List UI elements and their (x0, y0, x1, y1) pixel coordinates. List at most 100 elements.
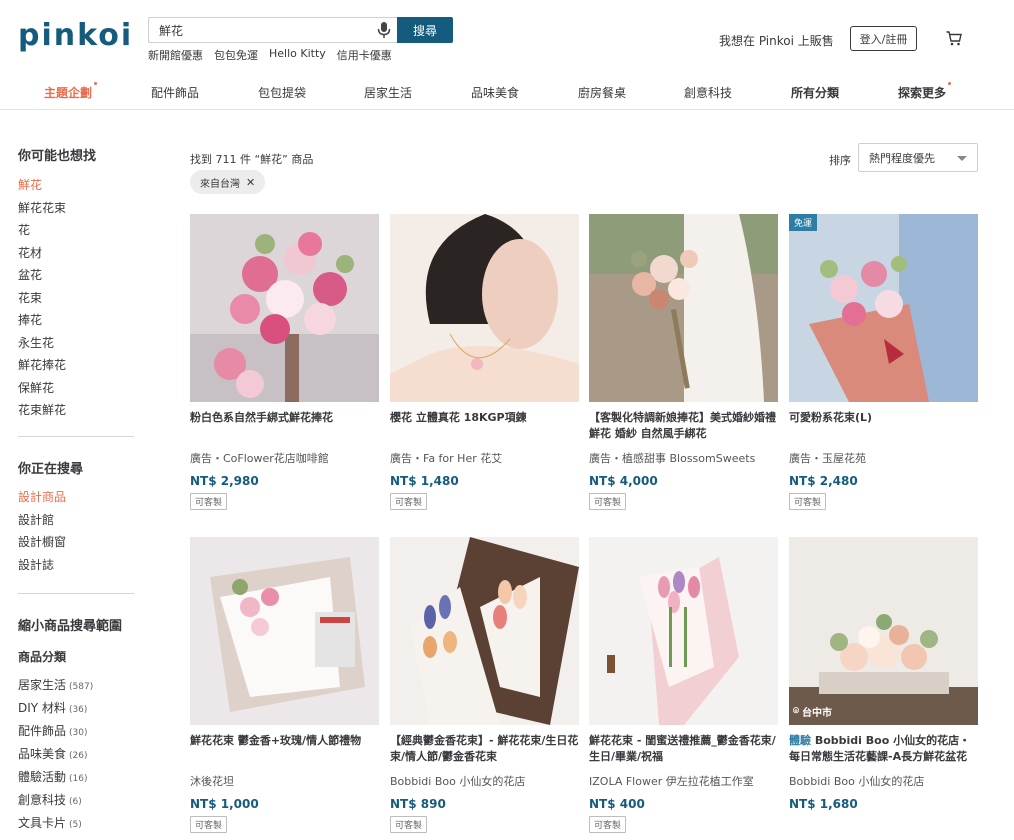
product-image[interactable]: 免運 (789, 214, 978, 402)
product-card[interactable]: 免運 可愛粉系花束(L) 廣告・玉屋花苑 NT$ 2,480 可客製 (789, 214, 978, 510)
related-item[interactable]: 鮮花 (18, 174, 66, 197)
search-query: 鮮花 (159, 23, 184, 38)
product-shop[interactable]: 沐後花坦 (190, 773, 379, 789)
product-name[interactable]: 【客製化特調新娘捧花】美式婚紗婚禮 鮮花 婚紗 自然風手綁花 (589, 410, 778, 442)
nav-item-explore[interactable]: 探索更多 (898, 82, 952, 101)
related-item[interactable]: 保鮮花 (18, 377, 66, 400)
related-item[interactable]: 花 (18, 219, 66, 242)
category-item[interactable]: 創意科技 (6) (18, 789, 93, 812)
product-shop[interactable]: IZOLA Flower 伊左拉花植工作室 (589, 773, 778, 789)
product-name[interactable]: 體驗 Bobbidi Boo 小仙女的花店・每日常態生活花藝課-A長方鮮花盆花 (789, 733, 978, 765)
quick-link[interactable]: 信用卡優惠 (337, 47, 392, 63)
product-image[interactable] (589, 214, 778, 402)
new-dot (948, 82, 952, 85)
search-scope-magazine[interactable]: 設計誌 (18, 554, 66, 577)
pinkoi-logo[interactable]: pinkoi (18, 18, 133, 53)
sort-select[interactable]: 熱門程度優先 (858, 143, 978, 172)
filter-chip-origin[interactable]: 來自台灣 ✕ (190, 170, 266, 194)
experience-tag: 體驗 (789, 734, 811, 747)
product-name[interactable]: 鮮花花束 - 閨蜜送禮推薦_鬱金香花束/生日/畢業/祝福 (589, 733, 778, 765)
product-name[interactable]: 可愛粉系花束(L) (789, 410, 978, 442)
product-card[interactable]: 鮮花花束 - 閨蜜送禮推薦_鬱金香花束/生日/畢業/祝福 IZOLA Flowe… (589, 537, 778, 833)
searching-list: 設計商品 設計館 設計櫥窗 設計誌 (18, 486, 66, 576)
category-nav: 主題企劃 配件飾品 包包提袋 居家生活 品味美食 廚房餐桌 創意科技 所有分類 … (0, 82, 1014, 110)
related-item[interactable]: 花束 (18, 287, 66, 310)
product-shop[interactable]: 廣告・玉屋花苑 (789, 450, 978, 466)
product-price: NT$ 2,980 (190, 474, 259, 488)
microphone-icon[interactable] (376, 21, 392, 39)
divider (18, 593, 134, 594)
product-card[interactable]: ⌾ 台中市 體驗 Bobbidi Boo 小仙女的花店・每日常態生活花藝課-A長… (789, 537, 978, 811)
product-shop[interactable]: 廣告・植感甜事 BlossomSweets (589, 450, 778, 466)
quick-link[interactable]: 新開館優惠 (148, 47, 203, 63)
product-image[interactable] (589, 537, 778, 725)
product-shop[interactable]: 廣告・CoFlower花店咖啡館 (190, 450, 379, 466)
login-button[interactable]: 登入/註冊 (850, 26, 917, 51)
nav-item-home[interactable]: 居家生活 (364, 84, 412, 101)
sell-on-pinkoi-link[interactable]: 我想在 Pinkoi 上販售 (719, 32, 834, 49)
nav-item-bags[interactable]: 包包提袋 (258, 84, 306, 101)
category-item[interactable]: 居家生活 (587) (18, 674, 93, 697)
related-item[interactable]: 永生花 (18, 332, 66, 355)
product-image[interactable] (390, 537, 579, 725)
nav-item-tech[interactable]: 創意科技 (684, 84, 732, 101)
product-image[interactable]: ⌾ 台中市 (789, 537, 978, 725)
quick-links: 新開館優惠 包包免運 Hello Kitty 信用卡優惠 (148, 47, 392, 63)
category-item[interactable]: 配件飾品 (30) (18, 720, 93, 743)
related-item[interactable]: 花材 (18, 242, 66, 265)
product-name[interactable]: 鮮花花束 鬱金香+玫瑰/情人節禮物 (190, 733, 379, 765)
quick-link[interactable]: 包包免運 (214, 47, 258, 63)
product-shop[interactable]: Bobbidi Boo 小仙女的花店 (789, 773, 978, 789)
search-button[interactable]: 搜尋 (397, 17, 453, 43)
search-scope-shops[interactable]: 設計館 (18, 509, 66, 532)
result-count: 找到 711 件 “鮮花” 商品 (190, 153, 314, 166)
related-item[interactable]: 花束鮮花 (18, 399, 66, 422)
category-item[interactable]: DIY 材料 (36) (18, 697, 93, 720)
customizable-tag: 可客製 (390, 493, 428, 510)
chevron-down-icon (957, 156, 967, 161)
category-list: 居家生活 (587) DIY 材料 (36) 配件飾品 (30) 品味美食 (26) 體… (18, 674, 93, 835)
product-image[interactable] (390, 214, 579, 402)
product-card[interactable]: 櫻花 立體真花 18KGP項鍊 廣告・Fa for Her 花艾 NT$ 1,4… (390, 214, 579, 510)
category-item[interactable]: 體驗活動 (16) (18, 766, 93, 789)
nav-item-all-categories[interactable]: 所有分類 (791, 84, 839, 101)
nav-item-themes[interactable]: 主題企劃 (44, 82, 98, 101)
product-name[interactable]: 櫻花 立體真花 18KGP項鍊 (390, 410, 579, 442)
related-item[interactable]: 盆花 (18, 264, 66, 287)
product-card[interactable]: 【客製化特調新娘捧花】美式婚紗婚禮 鮮花 婚紗 自然風手綁花 廣告・植感甜事 B… (589, 214, 778, 510)
product-name[interactable]: 【經典鬱金香花束】- 鮮花花束/生日花束/情人節/鬱金香花束 (390, 733, 579, 765)
product-card[interactable]: 【經典鬱金香花束】- 鮮花花束/生日花束/情人節/鬱金香花束 Bobbidi B… (390, 537, 579, 833)
quick-link[interactable]: Hello Kitty (269, 47, 326, 63)
nav-item-accessories[interactable]: 配件飾品 (151, 84, 199, 101)
product-price: NT$ 400 (589, 797, 645, 811)
new-dot (94, 82, 98, 85)
product-image[interactable] (190, 214, 379, 402)
customizable-tag: 可客製 (390, 816, 428, 833)
location-pin-icon: ⌾ (793, 706, 799, 717)
customizable-tag: 可客製 (789, 493, 827, 510)
search-scope-products[interactable]: 設計商品 (18, 486, 66, 509)
product-shop[interactable]: Bobbidi Boo 小仙女的花店 (390, 773, 579, 789)
product-card[interactable]: 鮮花花束 鬱金香+玫瑰/情人節禮物 沐後花坦 NT$ 1,000 可客製 (190, 537, 379, 833)
category-item[interactable]: 文具卡片 (5) (18, 812, 93, 835)
product-name[interactable]: 粉白色系自然手綁式鮮花捧花 (190, 410, 379, 442)
nav-item-food[interactable]: 品味美食 (471, 84, 519, 101)
related-list: 鮮花 鮮花花束 花 花材 盆花 花束 捧花 永生花 鮮花捧花 保鮮花 花束鮮花 (18, 174, 66, 422)
category-item[interactable]: 品味美食 (26) (18, 743, 93, 766)
customizable-tag: 可客製 (190, 816, 228, 833)
close-icon[interactable]: ✕ (246, 176, 255, 189)
product-price: NT$ 4,000 (589, 474, 658, 488)
product-price: NT$ 890 (390, 797, 446, 811)
product-card[interactable]: 粉白色系自然手綁式鮮花捧花 廣告・CoFlower花店咖啡館 NT$ 2,980… (190, 214, 379, 510)
product-image[interactable] (190, 537, 379, 725)
location-chip: ⌾ 台中市 (793, 706, 832, 719)
product-shop[interactable]: 廣告・Fa for Her 花艾 (390, 450, 579, 466)
cart-icon[interactable] (946, 31, 962, 46)
search-input[interactable]: 鮮花 (148, 17, 398, 43)
related-item[interactable]: 捧花 (18, 309, 66, 332)
related-item[interactable]: 鮮花捧花 (18, 354, 66, 377)
category-title: 商品分類 (18, 650, 67, 664)
nav-item-kitchen[interactable]: 廚房餐桌 (578, 84, 626, 101)
search-scope-showcases[interactable]: 設計櫥窗 (18, 531, 66, 554)
related-item[interactable]: 鮮花花束 (18, 197, 66, 220)
